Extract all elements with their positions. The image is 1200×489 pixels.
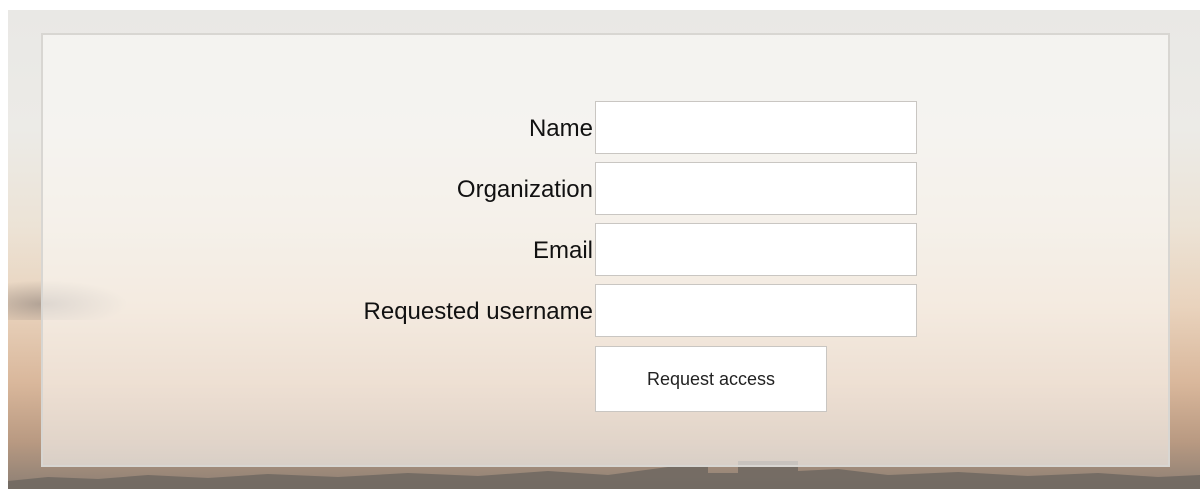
page: Name Organization Email Requested userna… <box>0 0 1200 489</box>
email-input[interactable] <box>595 223 917 276</box>
name-label: Name <box>528 115 593 142</box>
name-input[interactable] <box>595 101 917 154</box>
username-row: Requested username <box>43 284 1168 339</box>
organization-label: Organization <box>456 176 593 203</box>
organization-input[interactable] <box>595 162 917 215</box>
name-row: Name <box>43 101 1168 156</box>
request-access-button[interactable]: Request access <box>595 346 827 412</box>
email-label: Email <box>532 237 593 264</box>
requested-username-label: Requested username <box>363 298 593 325</box>
email-row: Email <box>43 223 1168 278</box>
organization-row: Organization <box>43 162 1168 217</box>
request-access-form: Name Organization Email Requested userna… <box>41 33 1170 467</box>
requested-username-input[interactable] <box>595 284 917 337</box>
